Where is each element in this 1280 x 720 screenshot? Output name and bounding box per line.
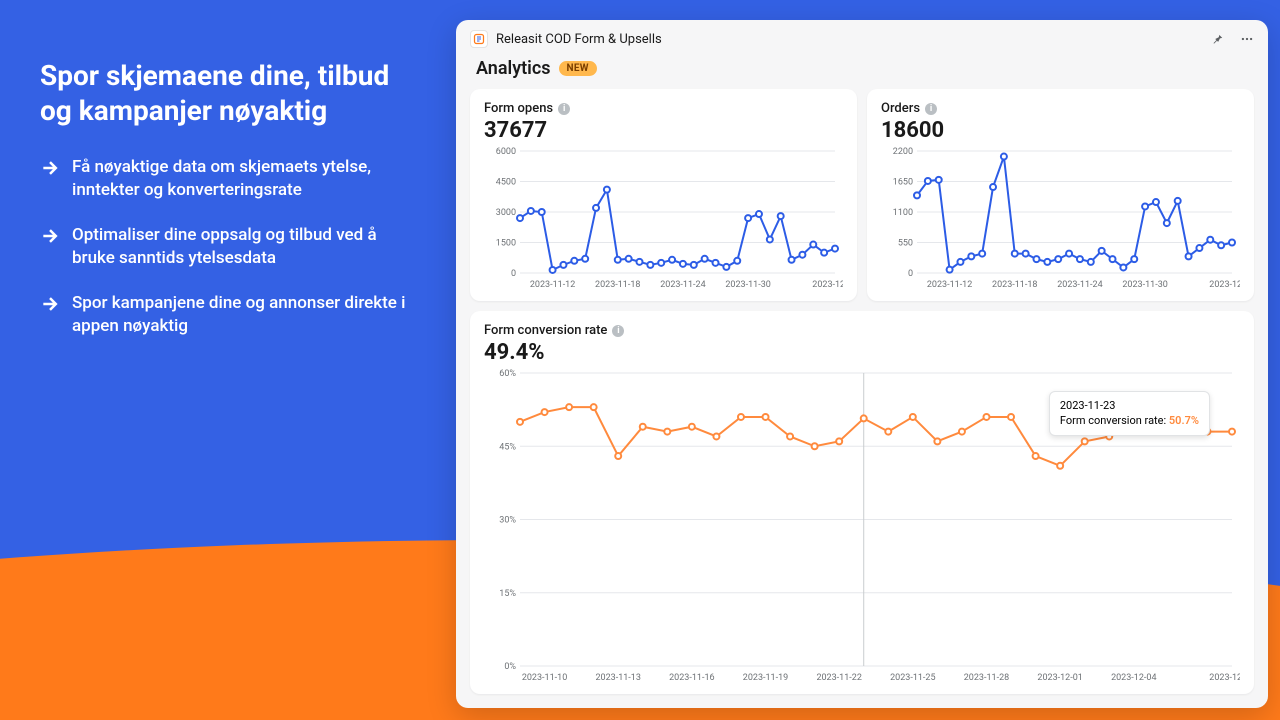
svg-text:2023-11-28: 2023-11-28	[964, 673, 1009, 683]
analytics-panel: Releasit COD Form & Upsells Analytics NE…	[456, 20, 1268, 708]
svg-text:2023-11-10: 2023-11-10	[522, 673, 567, 683]
svg-text:0: 0	[511, 269, 516, 279]
orders-chart[interactable]: 0 550 1100 1650 2200 2023-11-12 2023-11-18 2023…	[881, 143, 1240, 293]
svg-text:2200: 2200	[893, 147, 913, 157]
svg-text:2023-11-22: 2023-11-22	[816, 673, 861, 683]
svg-text:2023-11-24: 2023-11-24	[660, 280, 705, 290]
orders-value: 18600	[881, 118, 1240, 143]
pin-icon[interactable]	[1210, 32, 1224, 46]
orders-card: Orders i 18600 0 550 1100 1650 2200 2023-11-1…	[867, 89, 1254, 301]
svg-text:60%: 60%	[499, 369, 516, 379]
svg-text:2023-11-12: 2023-11-12	[530, 280, 575, 290]
bullet-text: Få nøyaktige data om skjemaets ytelse, i…	[72, 156, 420, 202]
svg-text:2023-12-08: 2023-12-08	[812, 280, 843, 290]
bullet-text: Spor kampanjene dine og annonser direkte…	[72, 292, 420, 338]
svg-text:2023-12-01: 2023-12-01	[1037, 673, 1082, 683]
svg-text:2023-11-18: 2023-11-18	[992, 280, 1037, 290]
tooltip-metric-value: 50.7%	[1169, 414, 1199, 427]
chart-tooltip: 2023-11-23 Form conversion rate: 50.7%	[1049, 391, 1210, 436]
svg-text:2023-11-12: 2023-11-12	[927, 280, 972, 290]
app-logo-icon	[470, 30, 488, 48]
svg-text:2023-11-16: 2023-11-16	[669, 673, 714, 683]
arrow-right-icon	[40, 158, 60, 178]
panel-header: Releasit COD Form & Upsells	[456, 20, 1268, 54]
svg-text:15%: 15%	[499, 589, 516, 599]
new-badge: NEW	[559, 61, 597, 76]
promo-headline: Spor skjemaene dine, tilbud og kampanjer…	[40, 58, 420, 128]
svg-text:1500: 1500	[496, 239, 516, 249]
form-opens-value: 37677	[484, 118, 843, 143]
svg-text:2023-11-25: 2023-11-25	[890, 673, 935, 683]
svg-text:2023-11-30: 2023-11-30	[725, 280, 770, 290]
info-icon[interactable]: i	[612, 325, 624, 337]
arrow-right-icon	[40, 226, 60, 246]
svg-text:0%: 0%	[504, 662, 516, 672]
svg-text:2023-11-24: 2023-11-24	[1057, 280, 1102, 290]
bullet-item: Spor kampanjene dine og annonser direkte…	[40, 292, 420, 338]
svg-text:550: 550	[898, 239, 913, 249]
bullet-text: Optimaliser dine oppsalg og tilbud ved å…	[72, 224, 420, 270]
info-icon[interactable]: i	[558, 103, 570, 115]
form-opens-label: Form opens	[484, 101, 553, 116]
analytics-heading: Analytics	[476, 58, 551, 79]
svg-text:2023-12-08: 2023-12-08	[1209, 673, 1240, 683]
arrow-right-icon	[40, 294, 60, 314]
app-name: Releasit COD Form & Upsells	[496, 32, 662, 47]
form-opens-card: Form opens i 37677 0 1500 3000 4500 6000 2023…	[470, 89, 857, 301]
tooltip-metric-label: Form conversion rate:	[1060, 414, 1166, 427]
svg-text:2023-11-13: 2023-11-13	[595, 673, 640, 683]
svg-text:0: 0	[908, 269, 913, 279]
conversion-label: Form conversion rate	[484, 323, 607, 338]
svg-text:45%: 45%	[499, 442, 516, 452]
conversion-value: 49.4%	[484, 340, 1240, 365]
form-opens-chart[interactable]: 0 1500 3000 4500 6000 2023-11-12 2023-11-18 202…	[484, 143, 843, 293]
svg-text:2023-11-19: 2023-11-19	[743, 673, 788, 683]
conversion-card: Form conversion rate i 49.4% 0% 15% 30% 45%…	[470, 311, 1254, 694]
bullet-item: Få nøyaktige data om skjemaets ytelse, i…	[40, 156, 420, 202]
svg-text:2023-11-18: 2023-11-18	[595, 280, 640, 290]
svg-text:2023-12-08: 2023-12-08	[1209, 280, 1240, 290]
svg-text:1650: 1650	[893, 178, 913, 188]
bullet-item: Optimaliser dine oppsalg og tilbud ved å…	[40, 224, 420, 270]
svg-text:1100: 1100	[893, 208, 913, 218]
svg-text:2023-11-30: 2023-11-30	[1122, 280, 1167, 290]
svg-text:30%: 30%	[499, 516, 516, 526]
orders-label: Orders	[881, 101, 920, 116]
promo-copy: Spor skjemaene dine, tilbud og kampanjer…	[40, 58, 420, 338]
svg-text:2023-12-04: 2023-12-04	[1111, 673, 1156, 683]
section-title: Analytics NEW	[456, 54, 1268, 89]
more-icon[interactable]	[1240, 32, 1254, 46]
svg-text:3000: 3000	[496, 208, 516, 218]
promo-bullets: Få nøyaktige data om skjemaets ytelse, i…	[40, 156, 420, 338]
tooltip-date: 2023-11-23	[1060, 398, 1199, 413]
svg-text:4500: 4500	[496, 178, 516, 188]
info-icon[interactable]: i	[925, 103, 937, 115]
svg-text:6000: 6000	[496, 147, 516, 157]
